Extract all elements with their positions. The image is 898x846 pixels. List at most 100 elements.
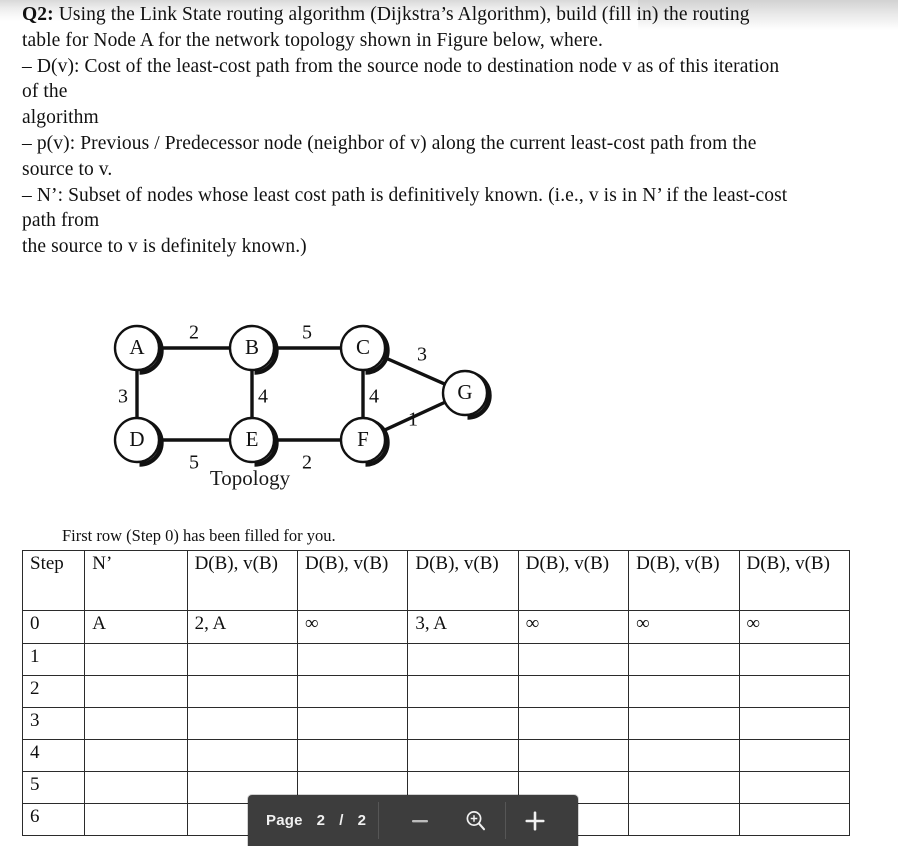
cell-dv-2[interactable]: ∞ <box>296 610 409 644</box>
cell-step[interactable]: 0 <box>21 610 86 644</box>
cell-nprime[interactable] <box>84 707 188 740</box>
cell-dv-1[interactable] <box>186 739 298 772</box>
cell-dv-6[interactable] <box>738 643 851 676</box>
edge-weight-b-c: 5 <box>302 322 312 344</box>
zoom-controls-group <box>379 795 562 846</box>
cell-dv-6[interactable] <box>738 707 851 740</box>
cell-dv-4[interactable] <box>517 739 630 772</box>
cell-dv-4[interactable] <box>517 643 630 676</box>
cell-step[interactable]: 4 <box>21 739 86 772</box>
edge-weight-a-d: 3 <box>118 386 128 408</box>
topology-figure: .edge { stroke: #111; stroke-width: 3.4;… <box>95 318 515 513</box>
cell-dv-1[interactable] <box>186 675 298 708</box>
cell-dv-3[interactable] <box>407 707 519 740</box>
magnifier-zoom-icon <box>466 810 486 830</box>
cell-step[interactable]: 5 <box>21 771 86 804</box>
node-f-label: F <box>357 427 369 451</box>
table-header-row: Step N’ D(B), v(B) D(B), v(B) D(B), v(B)… <box>21 550 851 611</box>
cell-step[interactable]: 2 <box>21 675 86 708</box>
page-indicator-group[interactable]: Page 2 / 2 <box>248 795 378 846</box>
edge-weight-b-e: 4 <box>258 386 268 408</box>
cell-nprime[interactable] <box>84 803 188 836</box>
table-header-dv-3: D(B), v(B) <box>407 550 519 611</box>
node-e-label: E <box>246 427 259 451</box>
cell-dv-1[interactable] <box>186 707 298 740</box>
question-line-2: – D(v): Cost of the least-cost path from… <box>22 55 785 103</box>
cell-dv-6[interactable] <box>738 771 851 804</box>
cell-dv-3[interactable] <box>407 643 519 676</box>
cell-dv-4[interactable] <box>517 707 630 740</box>
question-line-1: Q2: Using the Link State routing algorit… <box>22 2 792 54</box>
cell-dv-5[interactable] <box>628 771 740 804</box>
total-page-count: 2 <box>357 812 367 829</box>
node-e: E <box>228 416 276 464</box>
cell-dv-5[interactable] <box>628 707 740 740</box>
zoom-out-button[interactable] <box>393 795 447 846</box>
cell-nprime[interactable] <box>84 771 188 804</box>
cell-dv-5[interactable] <box>628 675 740 708</box>
zoom-in-button[interactable] <box>508 795 562 846</box>
table-header-dv-4: D(B), v(B) <box>517 550 630 611</box>
page-separator: / <box>339 812 344 829</box>
question-line-6: the source to v is definitely known.) <box>22 236 307 258</box>
cell-dv-1[interactable] <box>186 643 298 676</box>
question-text-block: Q2: Using the Link State routing algorit… <box>22 2 792 260</box>
node-d: D <box>113 416 161 464</box>
edge-weight-f-g: 1 <box>408 409 418 431</box>
cell-dv-2[interactable] <box>296 675 409 708</box>
pdf-viewer-toolbar: Page 2 / 2 <box>248 795 578 846</box>
cell-dv-5[interactable] <box>628 643 740 676</box>
cell-nprime[interactable] <box>84 643 188 676</box>
cell-dv-2[interactable] <box>296 739 409 772</box>
cell-dv-5[interactable]: ∞ <box>628 610 740 644</box>
toolbar-divider-2 <box>505 802 507 839</box>
node-f: F <box>339 416 387 464</box>
edge-weight-a-b: 2 <box>189 322 199 344</box>
cell-dv-6[interactable] <box>738 803 851 836</box>
cell-dv-4[interactable] <box>517 675 630 708</box>
question-line-4: – p(v): Previous / Predecessor node (nei… <box>22 132 762 180</box>
cell-step[interactable]: 1 <box>21 643 86 676</box>
plus-icon <box>525 811 545 830</box>
cell-step[interactable]: 6 <box>21 803 86 836</box>
cell-dv-1[interactable]: 2, A <box>186 610 298 644</box>
table-header-nprime: N’ <box>84 550 188 611</box>
table-header-dv-2: D(B), v(B) <box>296 550 409 611</box>
node-g: G <box>441 369 489 417</box>
table-row: 4 <box>21 739 851 772</box>
cell-dv-4[interactable]: ∞ <box>517 610 630 644</box>
topology-caption: Topology <box>209 466 291 490</box>
node-b: B <box>228 324 276 372</box>
question-line-5: – N’: Subset of nodes whose least cost p… <box>22 184 793 232</box>
cell-dv-3[interactable] <box>407 739 519 772</box>
cell-dv-3[interactable] <box>407 675 519 708</box>
cell-nprime[interactable] <box>84 675 188 708</box>
table-row: 1 <box>21 643 851 676</box>
current-page-number[interactable]: 2 <box>317 812 326 829</box>
node-a: A <box>113 324 161 372</box>
table-note: First row (Step 0) has been filled for y… <box>62 526 336 545</box>
cell-dv-6[interactable] <box>738 675 851 708</box>
table-row: 2 <box>21 675 851 708</box>
cell-dv-2[interactable] <box>296 707 409 740</box>
question-line-1-text: Using the Link State routing algorithm (… <box>22 4 755 51</box>
node-d-label: D <box>129 427 144 451</box>
cell-dv-5[interactable] <box>628 739 740 772</box>
cell-dv-2[interactable] <box>296 643 409 676</box>
cell-nprime[interactable]: A <box>84 610 188 644</box>
cell-dv-5[interactable] <box>628 803 740 836</box>
cell-step[interactable]: 3 <box>21 707 86 740</box>
cell-nprime[interactable] <box>84 739 188 772</box>
edge-weight-c-f: 4 <box>369 386 379 408</box>
cell-dv-6[interactable]: ∞ <box>738 610 851 644</box>
minus-icon <box>412 819 429 822</box>
table-header-dv-6: D(B), v(B) <box>738 550 851 611</box>
edge-weight-c-g: 3 <box>417 344 427 366</box>
zoom-reset-button[interactable] <box>449 795 503 846</box>
cell-dv-3[interactable]: 3, A <box>407 610 519 644</box>
cell-dv-6[interactable] <box>738 739 851 772</box>
table-header-dv-5: D(B), v(B) <box>628 550 740 611</box>
routing-table: Step N’ D(B), v(B) D(B), v(B) D(B), v(B)… <box>21 550 851 836</box>
page-label: Page <box>266 812 303 829</box>
node-c: C <box>339 324 387 372</box>
